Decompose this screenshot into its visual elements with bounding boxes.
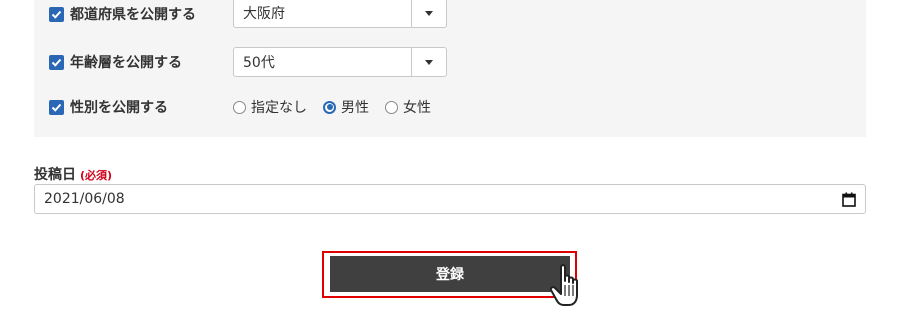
age-select-value: 50代 xyxy=(243,55,275,71)
gender-radio-group: 指定なし 男性 女性 xyxy=(233,96,447,118)
gender-public-checkbox[interactable] xyxy=(49,99,64,115)
prefecture-dropdown-button[interactable] xyxy=(411,0,446,27)
submit-button[interactable]: 登録 xyxy=(330,256,570,292)
check-icon xyxy=(51,58,62,67)
gender-row: 性別を公開する xyxy=(49,97,168,117)
prefecture-public-label: 都道府県を公開する xyxy=(70,7,196,23)
radio-selected[interactable] xyxy=(323,100,336,114)
prefecture-select-value: 大阪府 xyxy=(243,6,285,22)
gender-option-unspecified[interactable]: 指定なし xyxy=(233,97,307,117)
post-date-value: 2021/06/08 xyxy=(44,191,125,207)
caret-down-icon xyxy=(425,10,433,16)
caret-down-icon xyxy=(425,59,433,65)
check-icon xyxy=(51,103,62,112)
prefecture-public-checkbox[interactable] xyxy=(49,6,64,22)
gender-public-label: 性別を公開する xyxy=(70,100,168,116)
prefecture-row: 都道府県を公開する xyxy=(49,4,196,24)
age-public-checkbox[interactable] xyxy=(49,54,64,70)
check-icon xyxy=(51,10,62,19)
radio-unselected[interactable] xyxy=(385,100,398,114)
gender-option-female[interactable]: 女性 xyxy=(385,97,431,117)
age-select[interactable]: 50代 xyxy=(233,47,447,77)
gender-option-male[interactable]: 男性 xyxy=(323,97,369,117)
post-date-label: 投稿日 (必須) xyxy=(34,167,113,183)
hand-pointer-icon xyxy=(549,264,578,306)
calendar-icon[interactable] xyxy=(842,192,856,207)
age-row: 年齢層を公開する xyxy=(49,52,182,72)
post-date-input[interactable]: 2021/06/08 xyxy=(34,184,866,214)
required-badge: (必須) xyxy=(80,169,113,182)
age-dropdown-button[interactable] xyxy=(411,48,446,76)
prefecture-select[interactable]: 大阪府 xyxy=(233,0,447,28)
age-public-label: 年齢層を公開する xyxy=(70,55,182,71)
radio-unselected[interactable] xyxy=(233,100,246,114)
